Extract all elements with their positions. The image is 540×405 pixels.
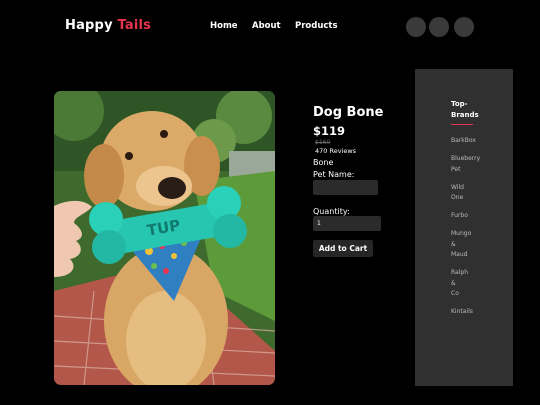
product-price: $119 — [313, 124, 346, 138]
header-icon-button-3[interactable] — [454, 17, 474, 37]
site-logo[interactable]: Happy Tails — [65, 18, 151, 33]
product-title: Dog Bone — [313, 105, 384, 120]
brand-link-mungo-maud[interactable]: Mungo & Maud — [451, 229, 491, 261]
nav-about-link[interactable]: About — [252, 21, 281, 31]
dog-with-bone-photo: TUP — [54, 91, 275, 385]
brands-sidebar: Top- Brands BarkBox Blueberry Pet Wild One… — [415, 69, 513, 386]
header-icon-button-1[interactable] — [406, 17, 426, 37]
product-old-price: $160 — [315, 139, 331, 146]
brand-link-ralph-co[interactable]: Ralph & Co — [451, 268, 491, 300]
nav-home-link[interactable]: Home — [210, 21, 238, 31]
nav-products-link[interactable]: Products — [295, 21, 338, 31]
brand-link-blueberry-pet[interactable]: Blueberry Pet — [451, 154, 491, 175]
sidebar-title-line2: Brands — [451, 111, 479, 119]
product-variant: Bone — [313, 158, 334, 167]
add-to-cart-button[interactable]: Add to Cart — [313, 240, 373, 257]
brand-link-barkbox[interactable]: BarkBox — [451, 136, 491, 147]
logo-text-happy: Happy — [65, 18, 118, 33]
product-reviews-count[interactable]: 470 Reviews — [315, 147, 356, 155]
brand-list: BarkBox Blueberry Pet Wild One Furbo Mungo… — [451, 136, 491, 325]
sidebar-title-line1: Top- — [451, 100, 468, 108]
header-icon-button-2[interactable] — [429, 17, 449, 37]
quantity-label: Quantity: — [313, 207, 350, 216]
pet-name-input[interactable] — [313, 180, 378, 195]
brand-link-kintails[interactable]: Kintails — [451, 307, 491, 318]
brand-link-furbo[interactable]: Furbo — [451, 211, 491, 222]
product-image: TUP — [54, 91, 275, 385]
sidebar-title: Top- Brands — [451, 99, 479, 121]
quantity-input[interactable] — [313, 216, 381, 231]
logo-text-tails: Tails — [117, 18, 152, 33]
pet-name-label: Pet Name: — [313, 170, 355, 179]
brand-link-wild-one[interactable]: Wild One — [451, 183, 491, 204]
sidebar-title-underline — [451, 124, 473, 125]
